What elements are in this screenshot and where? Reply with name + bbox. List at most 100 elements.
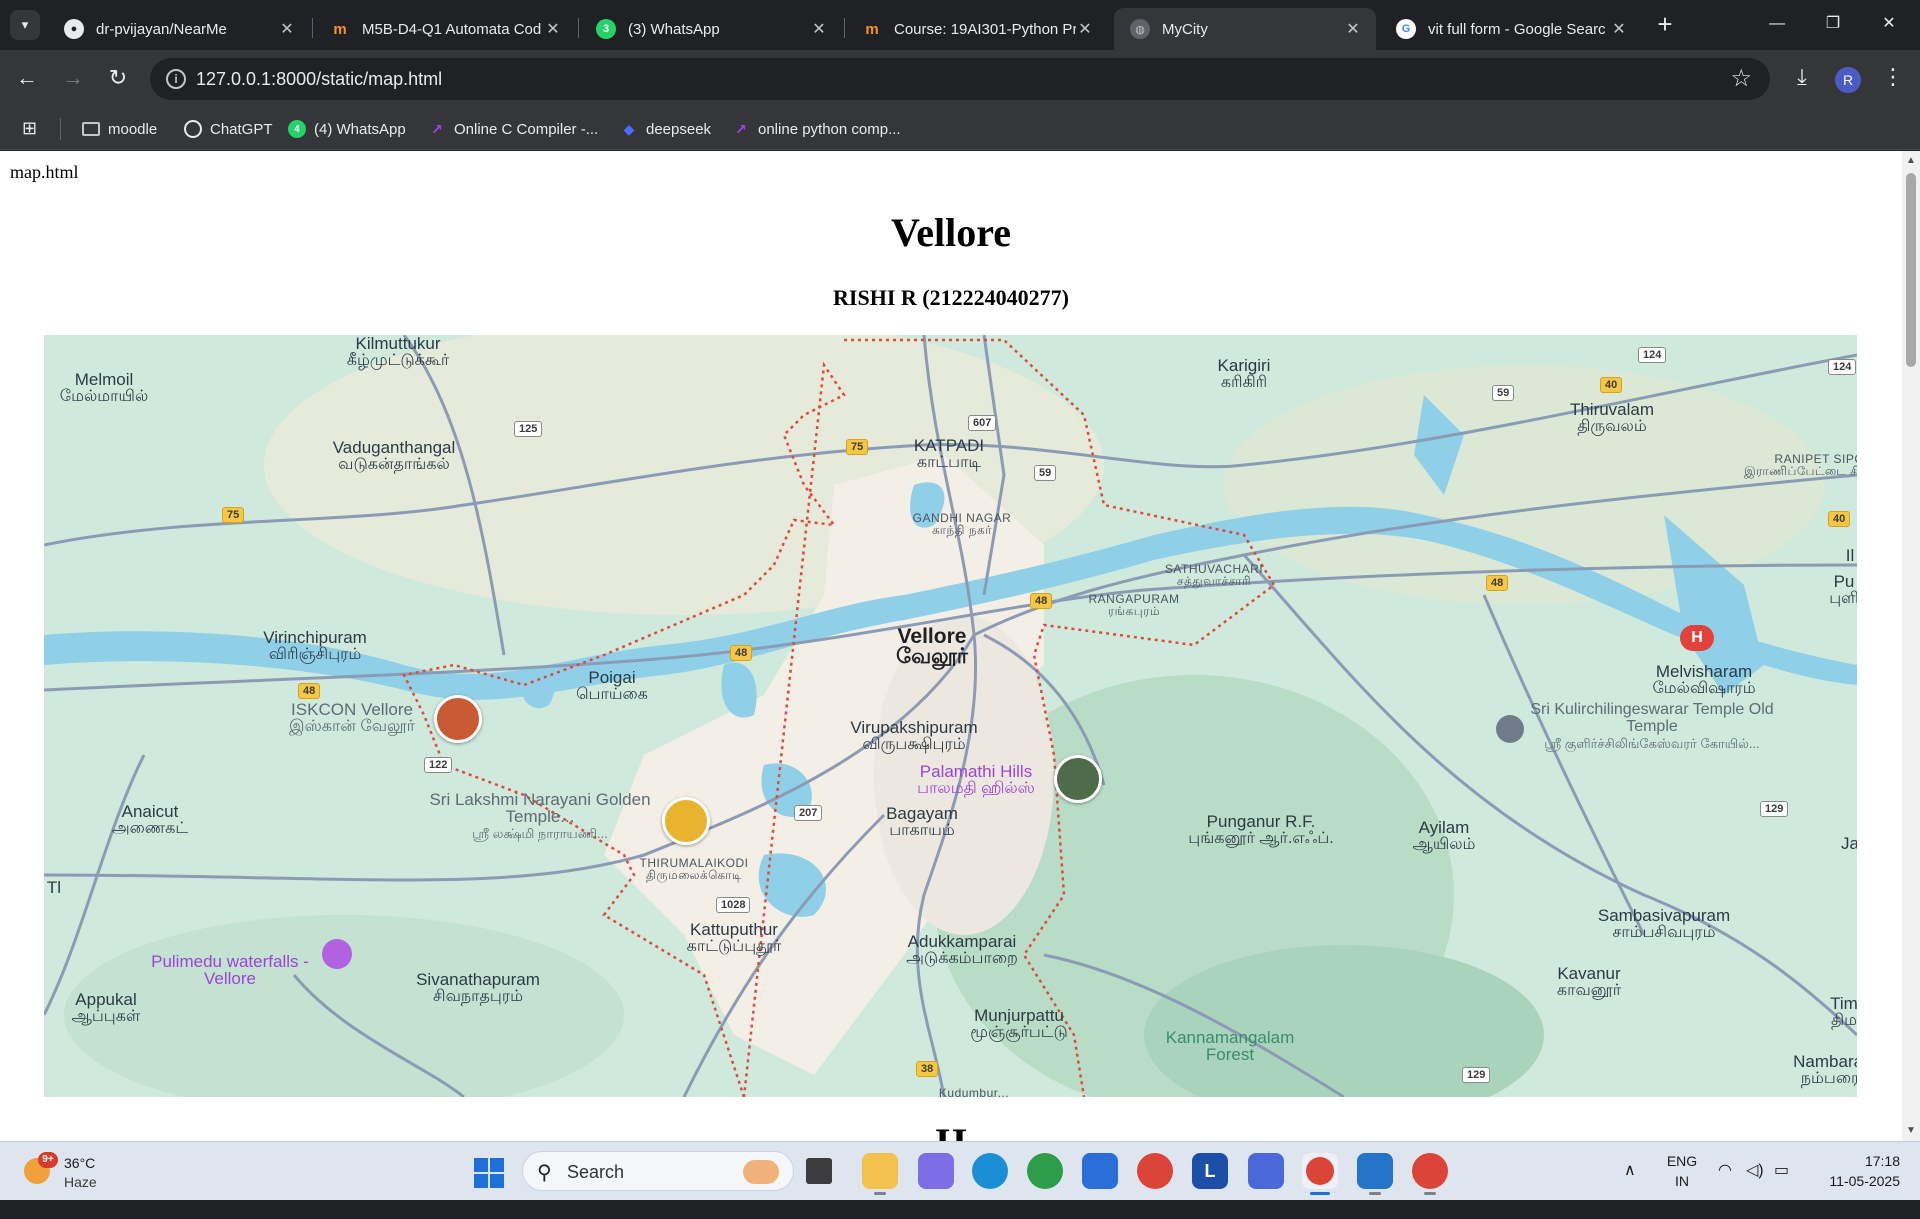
golden-temple-marker[interactable] [662, 797, 710, 845]
map-label-virinchipuram: Virinchipuram விரிஞ்சிபுரம் [263, 628, 367, 663]
bookmark-chatgpt[interactable]: ChatGPT [184, 118, 273, 140]
back-arrow-icon[interactable]: ← [12, 64, 42, 94]
bookmark-label: deepseek [646, 120, 712, 138]
road-shield: 48 [1030, 593, 1053, 609]
bookmark-star-icon[interactable]: ☆ [1730, 64, 1752, 93]
map-label-rangapuram: RANGAPURAM ரங்கபுரம் [1088, 592, 1180, 618]
tab-github[interactable]: ● dr-pvijayan/NearMe ✕ [48, 8, 310, 50]
close-icon[interactable]: ✕ [1076, 19, 1094, 39]
close-icon[interactable]: ✕ [810, 19, 828, 39]
task-view-icon[interactable] [806, 1158, 832, 1184]
chrome-icon[interactable] [1412, 1153, 1448, 1195]
bookmark-moodle[interactable]: moodle [82, 118, 157, 140]
browser-toolbar: ← → ↻ i 127.0.0.1:8000/static/map.html ☆… [0, 50, 1920, 108]
forward-arrow-icon[interactable]: → [58, 64, 88, 94]
page-scrollbar[interactable]: ▲ ▼ [1902, 151, 1920, 1141]
google-icon: G [1396, 19, 1416, 39]
road-shield: 40 [1600, 377, 1623, 393]
battery-icon[interactable]: ▭ [1774, 1160, 1789, 1219]
map-label-kavanur: Kavanur காவனூர் [1556, 964, 1622, 999]
chrome-profile-icon[interactable] [1302, 1153, 1338, 1195]
tab-title: vit full form - Google Searc [1428, 20, 1606, 38]
scroll-down-icon[interactable]: ▼ [1905, 1125, 1917, 1137]
vscode-icon[interactable] [1357, 1153, 1393, 1195]
url-text[interactable]: 127.0.0.1:8000/static/map.html [196, 69, 442, 90]
iskcon-marker[interactable] [434, 695, 482, 743]
tab-google-search[interactable]: G vit full form - Google Searc ✕ [1380, 8, 1642, 50]
address-bar[interactable]: i 127.0.0.1:8000/static/map.html ☆ [150, 58, 1770, 100]
camera-icon[interactable] [322, 939, 352, 969]
road-shield: 1028 [716, 897, 751, 913]
restore-icon[interactable]: ❐ [1810, 8, 1856, 40]
road-shield: 75 [222, 507, 245, 523]
tab-title: (3) WhatsApp [628, 20, 720, 38]
volume-icon[interactable]: ◁) [1746, 1160, 1764, 1219]
copilot-icon[interactable] [918, 1153, 954, 1189]
close-icon[interactable]: ✕ [1610, 19, 1628, 39]
reload-icon[interactable]: ↻ [103, 64, 133, 94]
site-info-icon[interactable]: i [166, 69, 186, 89]
language-code: ENG [1666, 1153, 1698, 1169]
palamathi-hills-marker[interactable] [1054, 755, 1102, 803]
close-icon[interactable]: ✕ [544, 19, 562, 39]
azure-icon[interactable] [1248, 1153, 1284, 1189]
l-app-icon[interactable]: L [1192, 1153, 1228, 1189]
map-label-gandhi-nagar: GANDHI NAGAR காந்தி நகர் [912, 511, 1012, 537]
compiler-icon: ↗ [431, 120, 443, 137]
map-label-golden-temple: Sri Lakshmi Narayani Golden Temple... ஸ்ர… [429, 790, 651, 841]
map-label-nambarai: Nambaraiநம்பரை [1793, 1052, 1857, 1087]
weather-widget[interactable]: 9+ 36°C Haze [24, 1152, 144, 1194]
tab-mycity[interactable]: ◍ MyCity ✕ [1114, 8, 1376, 50]
map-label-poigai: Poigai பொய்கை [576, 668, 648, 703]
tab-whatsapp[interactable]: 3 (3) WhatsApp ✕ [580, 8, 842, 50]
green-app-icon[interactable] [1027, 1153, 1063, 1189]
download-icon[interactable]: ⤓ [1787, 64, 1817, 90]
bookmark-whatsapp[interactable]: 4 (4) WhatsApp [288, 118, 406, 140]
system-clock[interactable]: 17:18 11-05-2025 [1818, 1151, 1900, 1191]
tab-title: dr-pvijayan/NearMe [96, 20, 227, 38]
map-label-kannamangalam-forest: Kannamangalam Forest [1165, 1028, 1295, 1064]
map-label-munjurpattu: Munjurpattu மூஞ்சூர்பட்டு [970, 1006, 1068, 1041]
road-shield: 59 [1034, 465, 1057, 481]
map-label-bottom-cut: Kudumbur... [938, 1086, 1010, 1097]
close-window-icon[interactable]: ✕ [1866, 8, 1912, 40]
new-tab-button[interactable]: + [1650, 10, 1680, 40]
tab-search-button[interactable]: ▾ [10, 10, 40, 40]
om-temple-icon[interactable] [1496, 715, 1524, 743]
map-label-kilmuttukur: Kilmuttukur கீழ்முட்டுக்கூர் [346, 335, 450, 369]
map-label-vaduganthangal: Vaduganthangal வடுகன்தாங்கல் [332, 438, 456, 473]
menu-kebab-icon[interactable]: ⋮ [1878, 64, 1908, 90]
city-map[interactable]: Kilmuttukur கீழ்முட்டுக்கூர் Melmoil மேல்ம… [44, 335, 1857, 1097]
language-indicator[interactable]: ENG IN [1664, 1151, 1700, 1210]
map-label-thirumalaikodi: THIRUMALAIKODI திருமலைக்கொடி [639, 856, 749, 882]
scrollbar-thumb[interactable] [1906, 173, 1916, 367]
chrome-icon[interactable] [1137, 1153, 1173, 1189]
start-button[interactable] [474, 1158, 504, 1188]
map-label-thiruvalam: Thiruvalam திருவலம் [1569, 400, 1655, 435]
apps-grid-icon[interactable]: ⊞ [22, 118, 37, 139]
bookmarks-bar: ⊞ moodle ChatGPT 4 (4) WhatsApp ↗ Online… [0, 108, 1920, 150]
hospital-icon[interactable]: H [1680, 625, 1714, 651]
road-shield: 48 [1486, 575, 1509, 591]
tab-automata[interactable]: m M5B-D4-Q1 Automata Cod ✕ [314, 8, 576, 50]
map-label-ranipet: RANIPET SIPCஇராணிப்பேட்டை சிப்காட் [1744, 452, 1857, 478]
wifi-icon[interactable]: ◠ [1718, 1160, 1732, 1219]
bookmark-label: moodle [108, 120, 158, 138]
minimize-icon[interactable]: — [1754, 8, 1800, 40]
bookmark-online-python-compiler[interactable]: ↗ online python comp... [732, 118, 900, 140]
map-label-kattuputhur: Kattuputhur காட்டுப்புதூர் [686, 920, 782, 955]
scroll-up-icon[interactable]: ▲ [1905, 155, 1917, 167]
tab-strip: ▾ ● dr-pvijayan/NearMe ✕ m M5B-D4-Q1 Aut… [0, 0, 1920, 50]
edge-icon[interactable] [972, 1153, 1008, 1189]
store-icon[interactable] [1082, 1153, 1118, 1189]
profile-avatar[interactable]: R [1835, 67, 1861, 93]
close-icon[interactable]: ✕ [278, 19, 296, 39]
file-explorer-icon[interactable] [862, 1153, 898, 1195]
tray-overflow-icon[interactable]: ∧ [1624, 1160, 1636, 1219]
chevron-down-icon: ▾ [21, 17, 29, 32]
bookmark-deepseek[interactable]: ◆ deepseek [620, 118, 711, 140]
bookmark-online-c-compiler[interactable]: ↗ Online C Compiler -... [428, 118, 598, 140]
close-icon[interactable]: ✕ [1344, 19, 1362, 39]
tab-course[interactable]: m Course: 19AI301-Python Pr ✕ [846, 8, 1108, 50]
taskbar-search[interactable]: ⚲ Search [522, 1151, 794, 1191]
